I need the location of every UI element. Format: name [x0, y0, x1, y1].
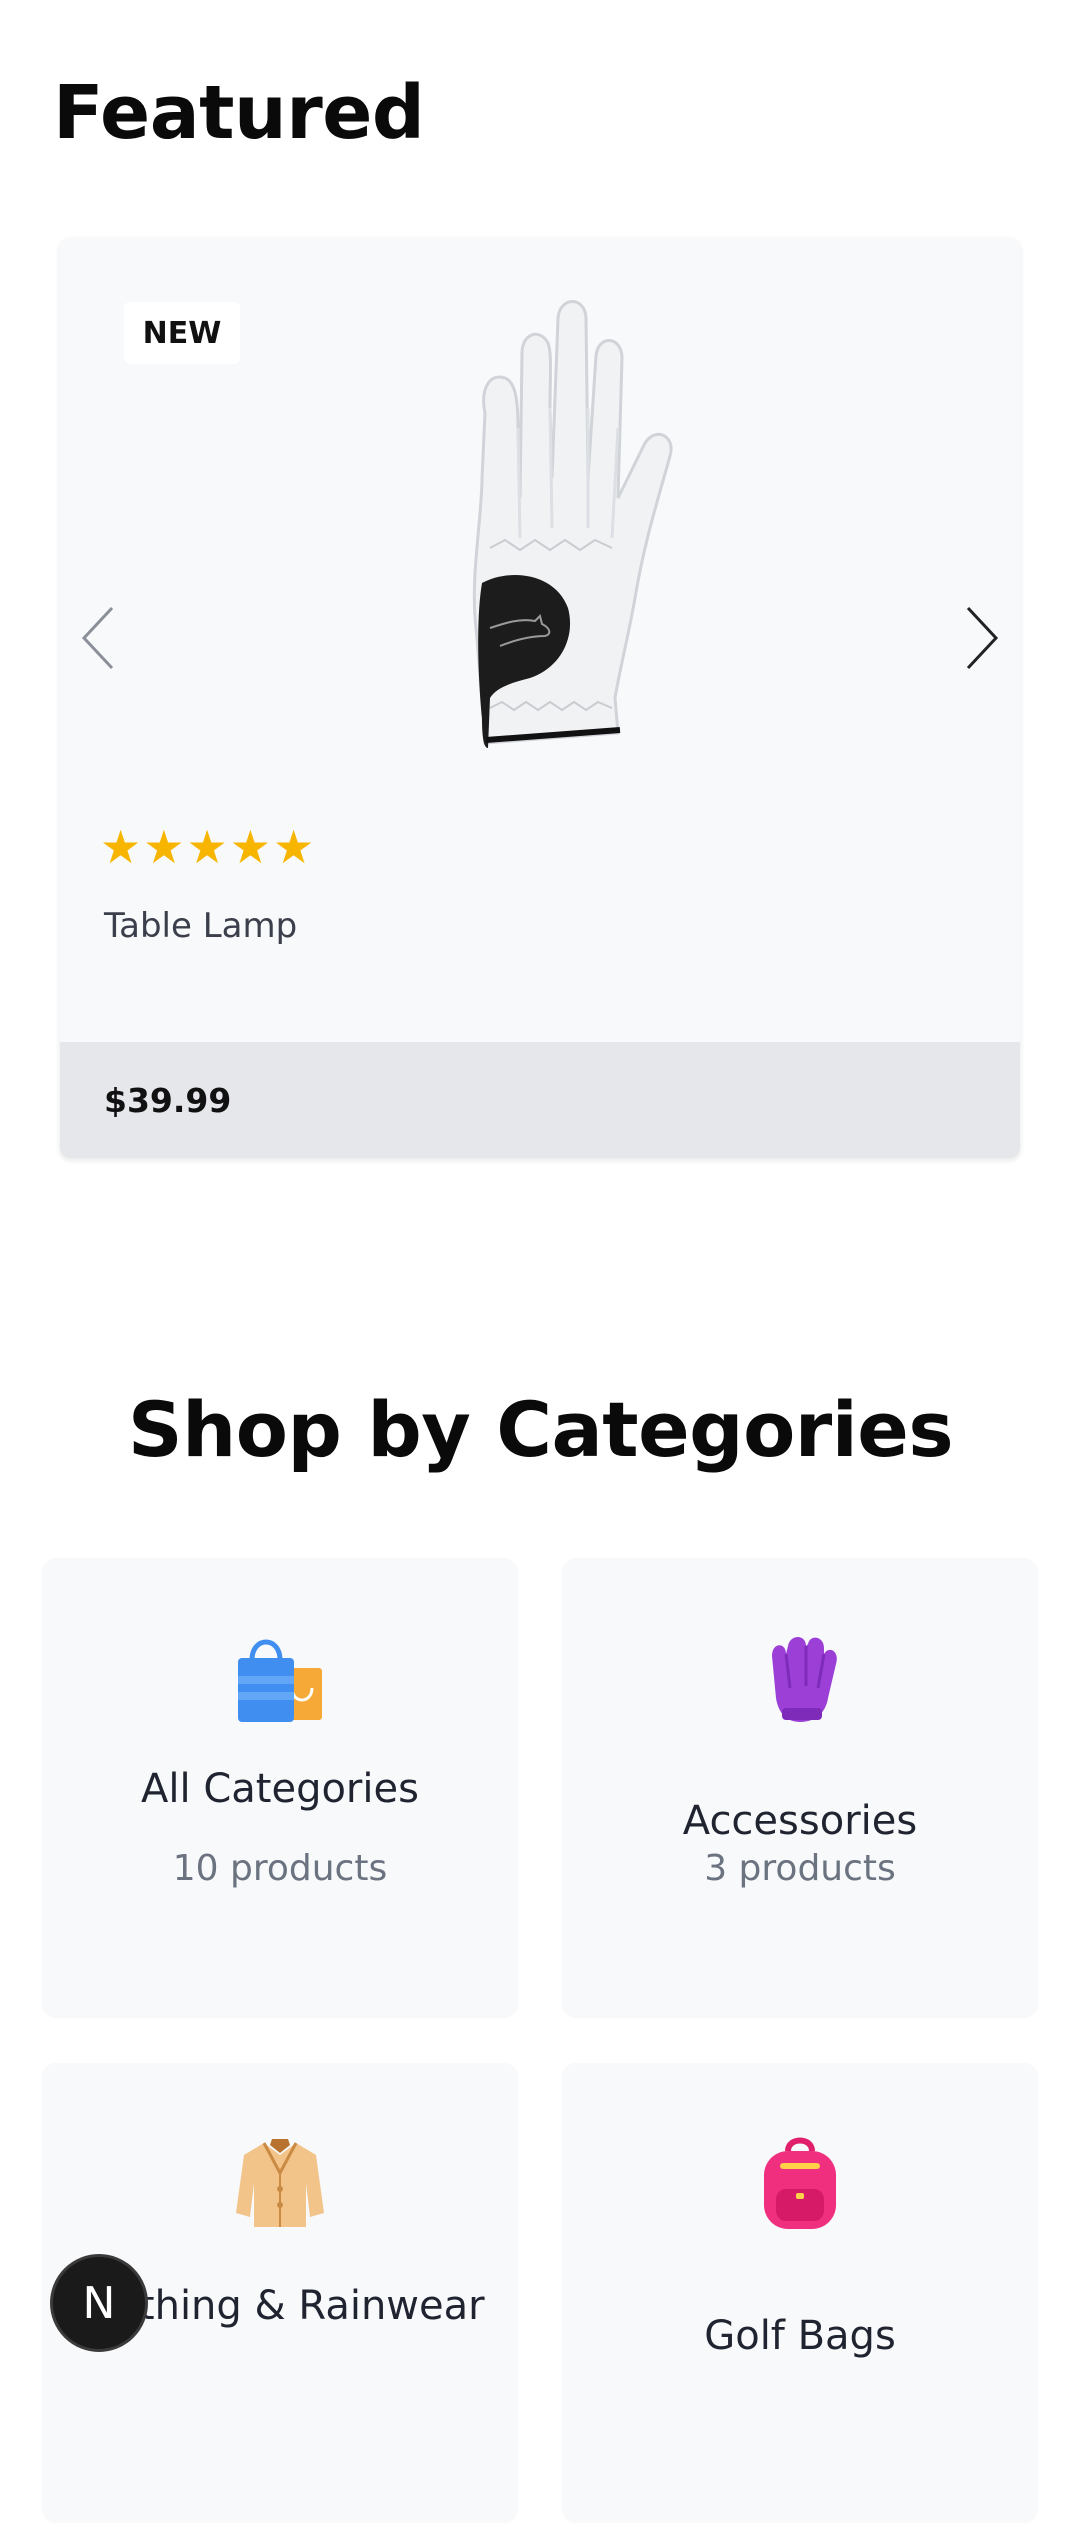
category-card-accessories[interactable]: Accessories 3 products	[562, 1558, 1038, 2018]
featured-product-card[interactable]: NEW ★ ★ ★ ★ ★ Table Lamp $39.99	[60, 238, 1020, 1158]
price-bar: $39.99	[60, 1042, 1020, 1158]
featured-title: Featured	[53, 70, 425, 156]
star-rating: ★ ★ ★ ★ ★	[100, 824, 314, 870]
star-icon: ★	[186, 820, 228, 874]
product-name[interactable]: Table Lamp	[104, 906, 297, 946]
carousel-prev-button[interactable]	[70, 598, 130, 678]
backpack-icon	[764, 2137, 836, 2229]
golf-glove-image	[472, 300, 673, 748]
chevron-right-icon	[966, 606, 999, 670]
product-price: $39.99	[104, 1080, 232, 1120]
categories-title: Shop by Categories	[127, 1385, 954, 1474]
new-badge: NEW	[124, 302, 240, 364]
star-icon: ★	[229, 820, 271, 874]
coat-icon	[236, 2139, 324, 2227]
carousel-next-button[interactable]	[950, 598, 1010, 678]
category-count: 3 products	[704, 1848, 896, 1889]
category-name: Accessories	[682, 1798, 918, 1844]
category-name: Golf Bags	[704, 2313, 896, 2359]
glove-icon	[772, 1637, 837, 1722]
star-icon: ★	[273, 820, 315, 874]
star-icon: ★	[143, 820, 185, 874]
floating-n-button[interactable]: N	[50, 2254, 148, 2352]
category-card-golf-bags[interactable]: Golf Bags	[562, 2063, 1038, 2523]
chevron-left-icon	[81, 606, 114, 670]
star-icon: ★	[100, 820, 142, 874]
category-card-all[interactable]: All Categories 10 products	[42, 1558, 518, 2018]
category-name: All Categories	[141, 1766, 419, 1812]
category-count: 10 products	[172, 1848, 388, 1889]
shopping-bags-icon	[238, 1639, 322, 1722]
